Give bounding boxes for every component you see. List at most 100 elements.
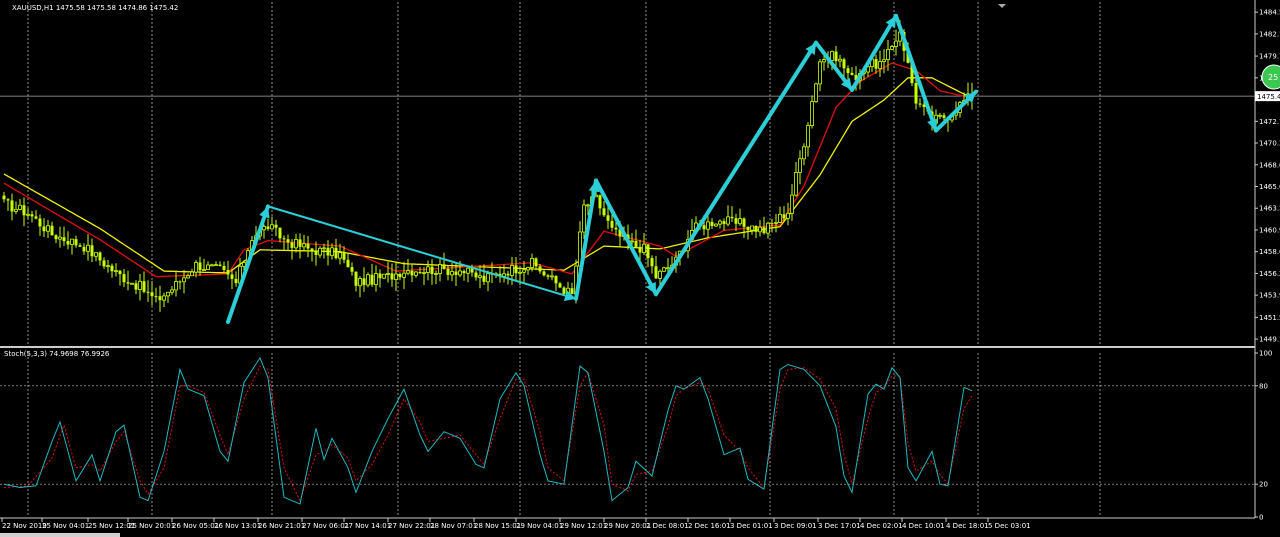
price-tick-label: 1463.30 [1259,205,1280,213]
candle-body-down [34,216,38,219]
candle-body-down [742,218,746,227]
candle-body-up [814,83,818,103]
candle-body-down [30,214,34,217]
candle-body-down [282,238,286,240]
candle-body-down [918,103,922,105]
candle-body-up [434,273,438,275]
candle-body-up [174,281,178,291]
chart-background [0,0,1280,537]
candle-body-down [846,68,850,73]
candle-body-down [554,275,558,284]
time-tick-label: 29 Nov 20:01 [604,522,651,530]
candle-body-down [850,72,854,75]
candle-body-up [358,277,362,287]
candle-body-up [822,59,826,63]
time-tick-label: 2 Dec 08:01 [646,522,689,530]
time-tick-label: 4 Dec 10:01 [902,522,945,530]
candle-body-down [514,265,518,274]
candle-body-up [242,262,246,267]
candle-body-up [202,269,206,271]
candle-body-down [598,195,602,209]
candle-body-up [14,208,18,212]
candle-body-up [406,270,410,274]
candle-body-down [546,275,550,277]
candle-body-down [482,275,486,282]
candle-body-up [106,265,110,268]
candle-body-up [114,270,118,273]
candle-body-down [82,246,86,252]
candle-body-up [526,267,530,271]
candle-body-down [454,271,458,275]
candle-body-up [882,59,886,62]
candle-body-up [890,46,894,50]
candle-body-up [642,243,646,253]
badge-text: 25 [1268,73,1278,82]
candle-body-down [782,214,786,219]
candle-body-up [46,225,50,232]
candle-body-up [486,273,490,283]
candle-body-down [98,252,102,261]
candle-body-down [474,272,478,278]
candle-body-down [178,281,182,283]
candle-body-down [378,273,382,279]
time-tick-label: 27 Nov 06:01 [302,522,349,530]
candle-body-down [562,287,566,294]
candle-body-up [374,273,378,286]
candle-body-down [710,221,714,227]
candle-body-down [638,246,642,253]
candle-body-down [722,221,726,225]
candle-body-down [154,296,158,298]
time-tick-label: 27 Nov 14:01 [344,522,391,530]
svg-text:1475.42: 1475.42 [1257,93,1280,101]
candle-body-down [874,59,878,69]
candle-body-up [750,225,754,231]
time-tick-label: 22 Nov 2019 [2,522,47,530]
candle-body-up [530,257,534,268]
scroll-indicator[interactable] [0,533,120,537]
time-tick-label: 3 Dec 17:01 [818,522,861,530]
candle-body-down [602,208,606,216]
time-tick-label: 4 Dec 18:01 [946,522,989,530]
candle-body-down [38,218,42,227]
candle-body-up [522,269,526,273]
candle-body-down [410,270,414,276]
price-tick-label: 1470.35 [1259,140,1280,148]
trading-chart[interactable]: 1484.501482.151479.751477.401472.701470.… [0,0,1280,537]
candle-body-up [26,213,30,216]
candle-body-up [458,270,462,276]
candle-body-down [702,225,706,230]
candle-body-up [802,146,806,160]
candle-body-down [134,283,138,290]
candle-body-up [318,247,322,256]
time-tick-label: 26 Nov 05:01 [172,522,219,530]
candle-body-down [506,273,510,276]
candle-body-up [450,271,454,276]
price-tick-label: 1479.75 [1259,53,1280,61]
time-tick-label: 27 Nov 22:01 [388,522,435,530]
candle-body-up [518,271,522,274]
candle-body-up [798,158,802,173]
price-tick-label: 1451.50 [1259,314,1280,322]
time-tick-label: 28 Nov 07:01 [430,522,477,530]
candle-body-up [718,220,722,225]
candle-body-down [274,224,278,228]
candle-body-down [606,215,610,221]
candle-body-up [302,243,306,248]
candle-body-down [78,245,82,247]
price-tick-label: 1460.95 [1259,226,1280,234]
stochastic-header: Stoch(5,3,3) 74.9698 76.9926 [4,350,110,358]
candle-body-down [90,245,94,257]
stochastic-tick-label: 20 [1259,481,1268,489]
candle-body-down [842,59,846,69]
candle-body-up [170,289,174,293]
candle-body-down [730,216,734,219]
candle-body-up [790,194,794,214]
candle-body-down [142,281,146,292]
candle-body-down [310,248,314,251]
candle-body-down [370,274,374,285]
candle-body-down [354,271,358,286]
price-tick-label: 1458.60 [1259,248,1280,256]
candle-body-up [394,273,398,280]
candle-body-up [706,221,710,230]
candle-body-down [2,195,6,200]
